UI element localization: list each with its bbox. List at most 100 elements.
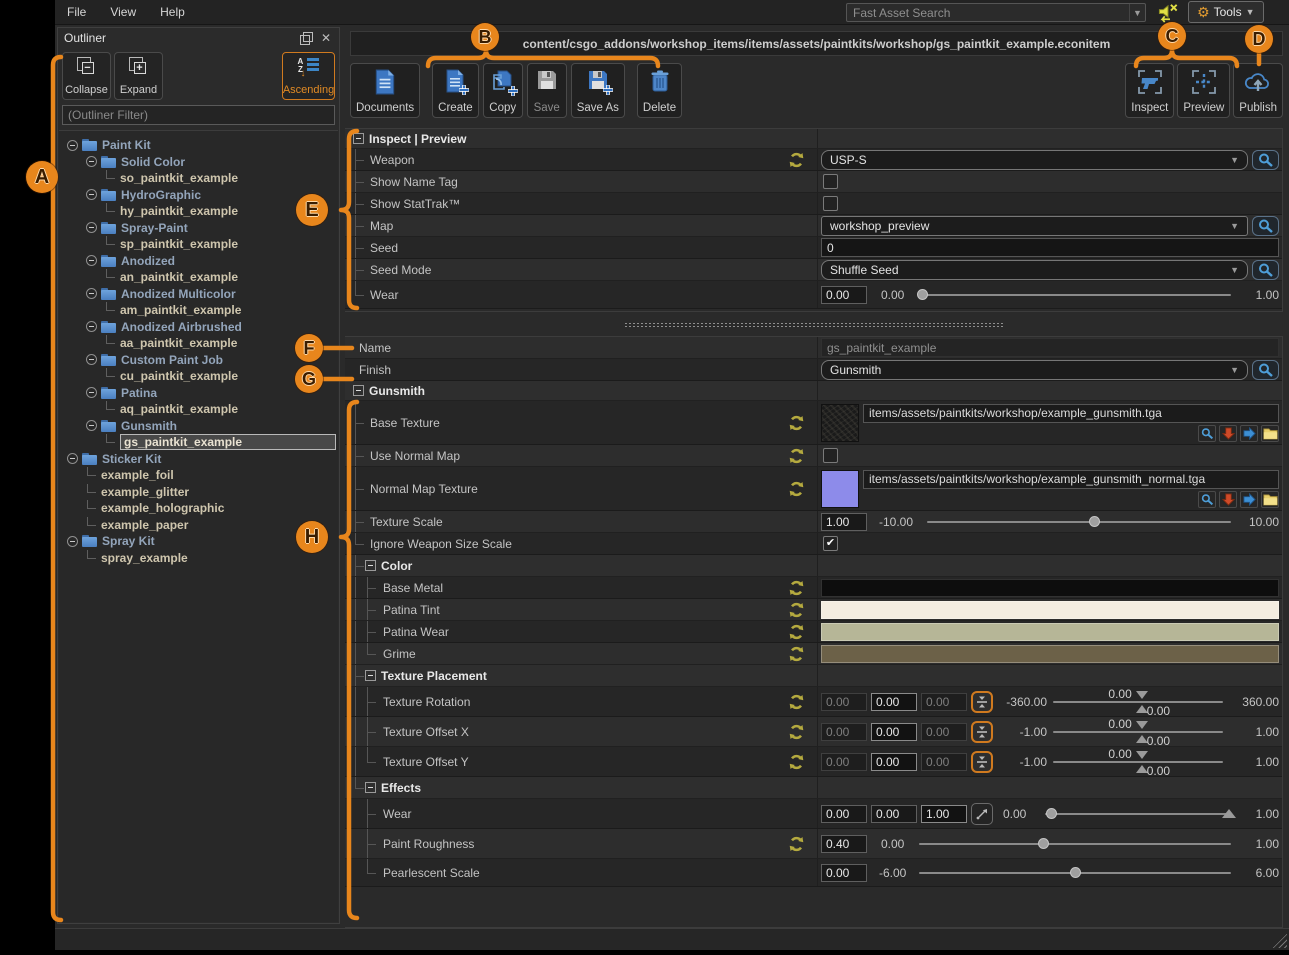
outliner-filter[interactable] — [62, 105, 335, 125]
offset-y-value-input[interactable] — [871, 753, 917, 771]
tree-folder-label[interactable]: Gunsmith — [121, 419, 177, 433]
tree-item-gs-paintkit-example[interactable]: gs_paintkit_example — [59, 434, 338, 451]
tree-item-an-paintkit-example[interactable]: an_paintkit_example — [59, 269, 338, 286]
wear-curve-button[interactable] — [971, 803, 993, 825]
paint-roughness-slider[interactable] — [917, 834, 1233, 854]
tree-item-example-glitter[interactable]: example_glitter — [59, 484, 338, 501]
refresh-icon[interactable] — [788, 480, 805, 497]
refresh-icon[interactable] — [788, 447, 805, 464]
copy-button[interactable]: Copy — [483, 63, 523, 118]
search-dropdown-arrow-icon[interactable]: ▼ — [1129, 4, 1145, 21]
tree-collapse-toggle-icon[interactable] — [86, 354, 97, 365]
rotation-min-input[interactable] — [821, 693, 867, 711]
wear-value-input[interactable] — [821, 286, 867, 304]
tree-item-hydrographic[interactable]: HydroGraphic — [59, 187, 338, 204]
tree-folder-label[interactable]: Sticker Kit — [102, 452, 161, 466]
expand-button[interactable]: + Expand — [114, 52, 163, 100]
weapon-search-button[interactable] — [1252, 150, 1279, 170]
ascending-sort-button[interactable]: AZ ↓ Ascending — [282, 52, 335, 100]
effects-header[interactable]: Effects — [345, 777, 1282, 799]
tree-leaf-label[interactable]: hy_paintkit_example — [120, 204, 238, 218]
tree-leaf-label[interactable]: an_paintkit_example — [120, 270, 238, 284]
rotation-value-input[interactable] — [871, 693, 917, 711]
tree-item-spray-paint[interactable]: Spray-Paint — [59, 220, 338, 237]
finish-search-button[interactable] — [1252, 360, 1279, 380]
tree-folder-label[interactable]: Paint Kit — [102, 138, 151, 152]
menu-file[interactable]: File — [55, 1, 98, 23]
fast-asset-search-input[interactable] — [847, 6, 1129, 20]
tree-collapse-toggle-icon[interactable] — [86, 387, 97, 398]
offset-x-max-input[interactable] — [921, 723, 967, 741]
refresh-icon[interactable] — [788, 601, 805, 618]
create-button[interactable]: Create — [432, 63, 479, 118]
texture-placement-header[interactable]: Texture Placement — [345, 665, 1282, 687]
base-texture-path-input[interactable] — [863, 404, 1279, 423]
refresh-icon[interactable] — [788, 623, 805, 640]
tree-collapse-toggle-icon[interactable] — [86, 420, 97, 431]
refresh-icon[interactable] — [788, 835, 805, 852]
map-select[interactable]: workshop_preview▼ — [821, 216, 1248, 236]
collapse-section-icon[interactable] — [365, 670, 376, 681]
rotation-range-slider[interactable]: 0.00 0.00 — [1051, 688, 1225, 716]
tree-folder-label[interactable]: HydroGraphic — [121, 188, 201, 202]
panel-splitter[interactable] — [345, 315, 1283, 335]
float-panel-icon[interactable] — [299, 31, 313, 45]
collapse-section-icon[interactable] — [365, 782, 376, 793]
tree-leaf-label[interactable]: example_holographic — [101, 501, 224, 515]
tree-item-example-foil[interactable]: example_foil — [59, 467, 338, 484]
tree-folder-label[interactable]: Custom Paint Job — [121, 353, 223, 367]
tree-item-patina[interactable]: Patina — [59, 385, 338, 402]
finish-select[interactable]: Gunsmith▼ — [821, 360, 1248, 380]
tree-folder-label[interactable]: Spray Kit — [102, 534, 155, 548]
refresh-icon[interactable] — [788, 579, 805, 596]
preview-button[interactable]: Preview — [1177, 63, 1230, 118]
save-as-button[interactable]: Save As — [571, 63, 625, 118]
seed-input[interactable] — [821, 238, 1279, 257]
inspect-button[interactable]: Inspect — [1125, 63, 1174, 118]
refresh-icon[interactable] — [788, 723, 805, 740]
tree-leaf-label[interactable]: so_paintkit_example — [120, 171, 238, 185]
range-max-marker[interactable] — [1136, 751, 1148, 759]
collapse-section-icon[interactable] — [353, 133, 364, 144]
tree-collapse-toggle-icon[interactable] — [86, 288, 97, 299]
pearlescent-scale-input[interactable] — [821, 864, 867, 882]
tree-item-aq-paintkit-example[interactable]: aq_paintkit_example — [59, 401, 338, 418]
effects-wear-slider[interactable] — [1043, 804, 1233, 824]
texture-browse-button[interactable] — [1261, 425, 1279, 442]
offset-y-range-slider[interactable]: 0.00 0.00 — [1051, 748, 1225, 776]
texture-export-button[interactable] — [1240, 425, 1258, 442]
wear-slider[interactable] — [917, 285, 1233, 305]
tree-leaf-label[interactable]: am_paintkit_example — [120, 303, 241, 317]
range-max-marker[interactable] — [1136, 691, 1148, 699]
tree-item-spray-example[interactable]: spray_example — [59, 550, 338, 567]
texture-scale-input[interactable] — [821, 513, 867, 531]
show-stattrak-checkbox[interactable] — [823, 196, 838, 211]
refresh-icon[interactable] — [788, 693, 805, 710]
texture-scale-slider-handle[interactable] — [1089, 516, 1100, 527]
patina-tint-color-swatch[interactable] — [821, 601, 1279, 619]
range-mode-button[interactable] — [971, 721, 993, 743]
map-search-button[interactable] — [1252, 216, 1279, 236]
color-section-header[interactable]: Color — [345, 555, 1282, 577]
tree-folder-label[interactable]: Anodized Multicolor — [121, 287, 236, 301]
show-name-tag-checkbox[interactable] — [823, 174, 838, 189]
pearlescent-scale-slider-handle[interactable] — [1070, 867, 1081, 878]
refresh-icon[interactable] — [788, 645, 805, 662]
audio-muted-icon[interactable] — [1155, 1, 1183, 24]
tree-leaf-label[interactable]: cu_paintkit_example — [120, 369, 238, 383]
tree-item-solid-color[interactable]: Solid Color — [59, 154, 338, 171]
tree-folder-label[interactable]: Spray-Paint — [121, 221, 188, 235]
tree-leaf-label[interactable]: example_paper — [101, 518, 188, 532]
paint-roughness-input[interactable] — [821, 835, 867, 853]
offset-y-max-input[interactable] — [921, 753, 967, 771]
tree-item-sticker-kit[interactable]: Sticker Kit — [59, 451, 338, 468]
range-mode-button[interactable] — [971, 691, 993, 713]
weapon-select[interactable]: USP-S▼ — [821, 150, 1248, 170]
texture-import-button[interactable] — [1219, 425, 1237, 442]
menu-help[interactable]: Help — [148, 1, 197, 23]
tree-item-anodized-airbrushed[interactable]: Anodized Airbrushed — [59, 319, 338, 336]
ignore-weapon-size-scale-checkbox[interactable]: ✔ — [823, 536, 838, 551]
documents-button[interactable]: Documents — [350, 63, 420, 118]
save-button[interactable]: Save — [527, 63, 567, 118]
tree-collapse-toggle-icon[interactable] — [86, 189, 97, 200]
